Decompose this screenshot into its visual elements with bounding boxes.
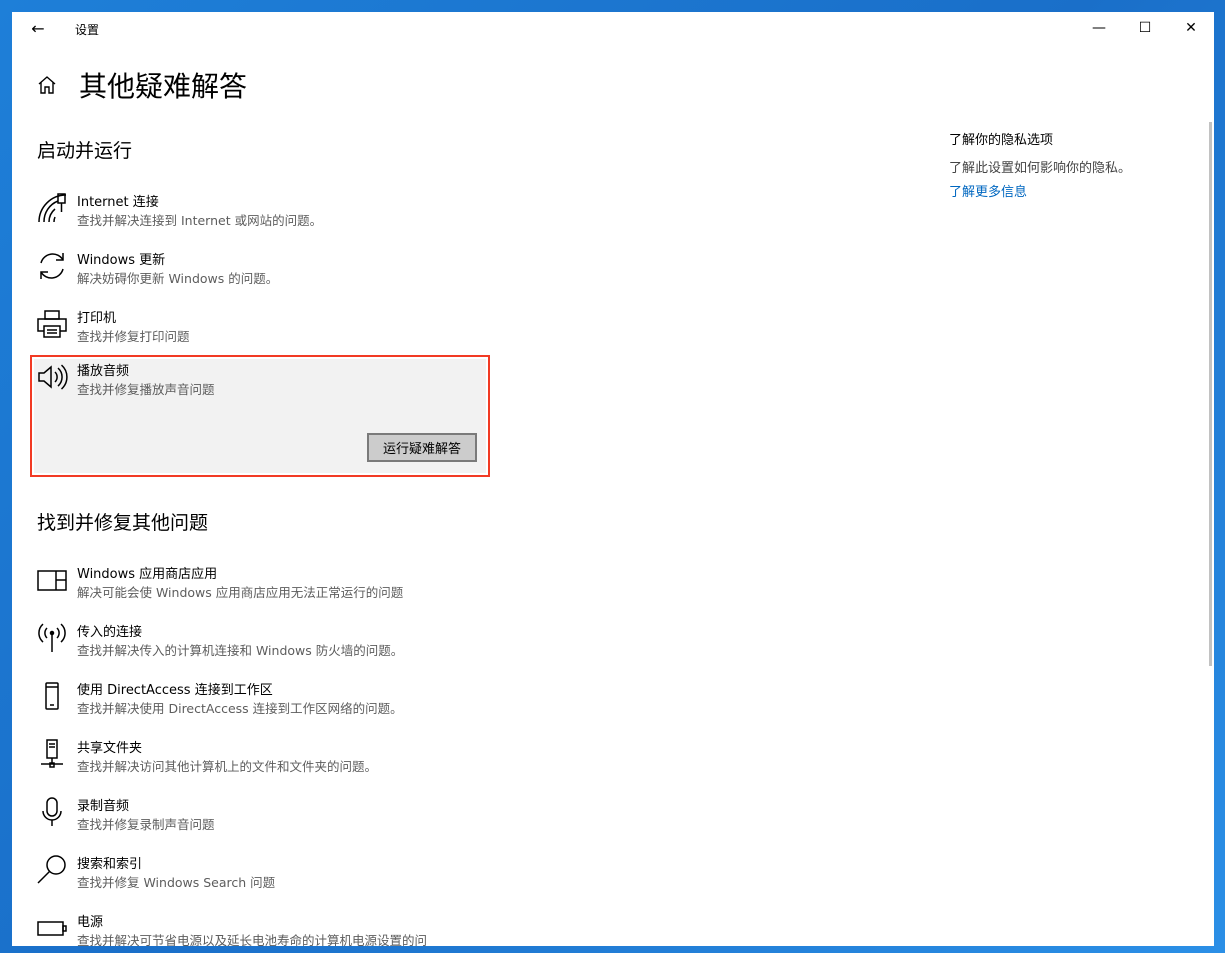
maximize-button[interactable]: ☐ bbox=[1122, 12, 1168, 44]
item-label: 使用 DirectAccess 连接到工作区 bbox=[77, 683, 273, 698]
page-title: 其他疑难解答 bbox=[79, 70, 248, 103]
section-title-other: 找到并修复其他问题 bbox=[37, 512, 209, 534]
item-label: 搜索和索引 bbox=[77, 857, 143, 872]
item-label: Windows 应用商店应用 bbox=[77, 567, 218, 582]
app-window-icon bbox=[36, 564, 68, 596]
search-icon bbox=[36, 854, 68, 886]
troubleshooter-recording-audio[interactable]: 录制音频 查找并修复录制声音问题 bbox=[30, 790, 490, 842]
close-button[interactable]: ✕ bbox=[1168, 12, 1214, 44]
maximize-icon: ☐ bbox=[1138, 20, 1152, 36]
item-label: 打印机 bbox=[77, 311, 117, 326]
minimize-icon: — bbox=[1092, 20, 1106, 36]
phone-icon bbox=[36, 680, 68, 712]
item-desc: 查找并解决连接到 Internet 或网站的问题。 bbox=[77, 213, 323, 228]
item-label: Windows 更新 bbox=[77, 253, 166, 268]
item-label: 电源 bbox=[77, 915, 104, 930]
item-desc: 查找并修复 Windows Search 问题 bbox=[77, 875, 276, 890]
troubleshooter-shared-folders[interactable]: 共享文件夹 查找并解决访问其他计算机上的文件和文件夹的问题。 bbox=[30, 732, 490, 784]
section-title-startup: 启动并运行 bbox=[37, 140, 133, 162]
troubleshooter-incoming-connections[interactable]: 传入的连接 查找并解决传入的计算机连接和 Windows 防火墙的问题。 bbox=[30, 616, 490, 668]
printer-icon bbox=[36, 308, 68, 340]
close-icon: ✕ bbox=[1185, 20, 1197, 36]
window-title: 设置 bbox=[75, 23, 100, 37]
item-desc: 查找并解决可节省电源以及延长电池寿命的计算机电源设置的问 bbox=[77, 933, 428, 946]
back-button[interactable]: ← bbox=[26, 19, 50, 39]
home-icon[interactable] bbox=[36, 74, 58, 96]
item-desc: 查找并修复打印问题 bbox=[77, 329, 190, 344]
minimize-button[interactable]: — bbox=[1076, 12, 1122, 44]
microphone-icon bbox=[36, 796, 68, 828]
back-arrow-icon: ← bbox=[31, 19, 45, 38]
network-drive-icon bbox=[36, 738, 68, 770]
refresh-icon bbox=[36, 250, 68, 282]
troubleshooter-printer[interactable]: 打印机 查找并修复打印问题 bbox=[30, 302, 490, 354]
privacy-title: 了解你的隐私选项 bbox=[949, 133, 1054, 148]
item-desc: 查找并解决访问其他计算机上的文件和文件夹的问题。 bbox=[77, 759, 378, 774]
troubleshooter-search-indexing[interactable]: 搜索和索引 查找并修复 Windows Search 问题 bbox=[30, 848, 490, 900]
scrollbar[interactable] bbox=[1209, 122, 1212, 666]
item-desc: 解决可能会使 Windows 应用商店应用无法正常运行的问题 bbox=[77, 585, 404, 600]
item-label: 传入的连接 bbox=[77, 625, 143, 640]
item-desc: 查找并解决传入的计算机连接和 Windows 防火墙的问题。 bbox=[77, 643, 404, 658]
learn-more-link[interactable]: 了解更多信息 bbox=[949, 181, 1027, 200]
troubleshooter-windows-update[interactable]: Windows 更新 解决妨碍你更新 Windows 的问题。 bbox=[30, 244, 490, 296]
troubleshooter-internet[interactable]: Internet 连接 查找并解决连接到 Internet 或网站的问题。 bbox=[30, 186, 490, 238]
privacy-desc: 了解此设置如何影响你的隐私。 bbox=[949, 161, 1132, 176]
battery-icon bbox=[36, 912, 68, 944]
title-bar: ← 设置 — ☐ ✕ bbox=[12, 12, 1214, 46]
antenna-icon bbox=[36, 622, 68, 654]
settings-window: ← 设置 — ☐ ✕ 其他疑难解答 启动并运行 Internet 连接 查找并解… bbox=[12, 12, 1214, 946]
troubleshooter-store-apps[interactable]: Windows 应用商店应用 解决可能会使 Windows 应用商店应用无法正常… bbox=[30, 558, 490, 610]
item-label: 共享文件夹 bbox=[77, 741, 143, 756]
wifi-icon bbox=[36, 192, 68, 224]
item-desc: 解决妨碍你更新 Windows 的问题。 bbox=[77, 271, 279, 286]
highlight-outline bbox=[30, 355, 490, 477]
troubleshooter-directaccess[interactable]: 使用 DirectAccess 连接到工作区 查找并解决使用 DirectAcc… bbox=[30, 674, 490, 726]
item-desc: 查找并解决使用 DirectAccess 连接到工作区网络的问题。 bbox=[77, 701, 403, 716]
item-label: 录制音频 bbox=[77, 799, 130, 814]
item-label: Internet 连接 bbox=[77, 195, 159, 210]
item-desc: 查找并修复录制声音问题 bbox=[77, 817, 215, 832]
troubleshooter-power[interactable]: 电源 查找并解决可节省电源以及延长电池寿命的计算机电源设置的问 bbox=[30, 906, 490, 946]
